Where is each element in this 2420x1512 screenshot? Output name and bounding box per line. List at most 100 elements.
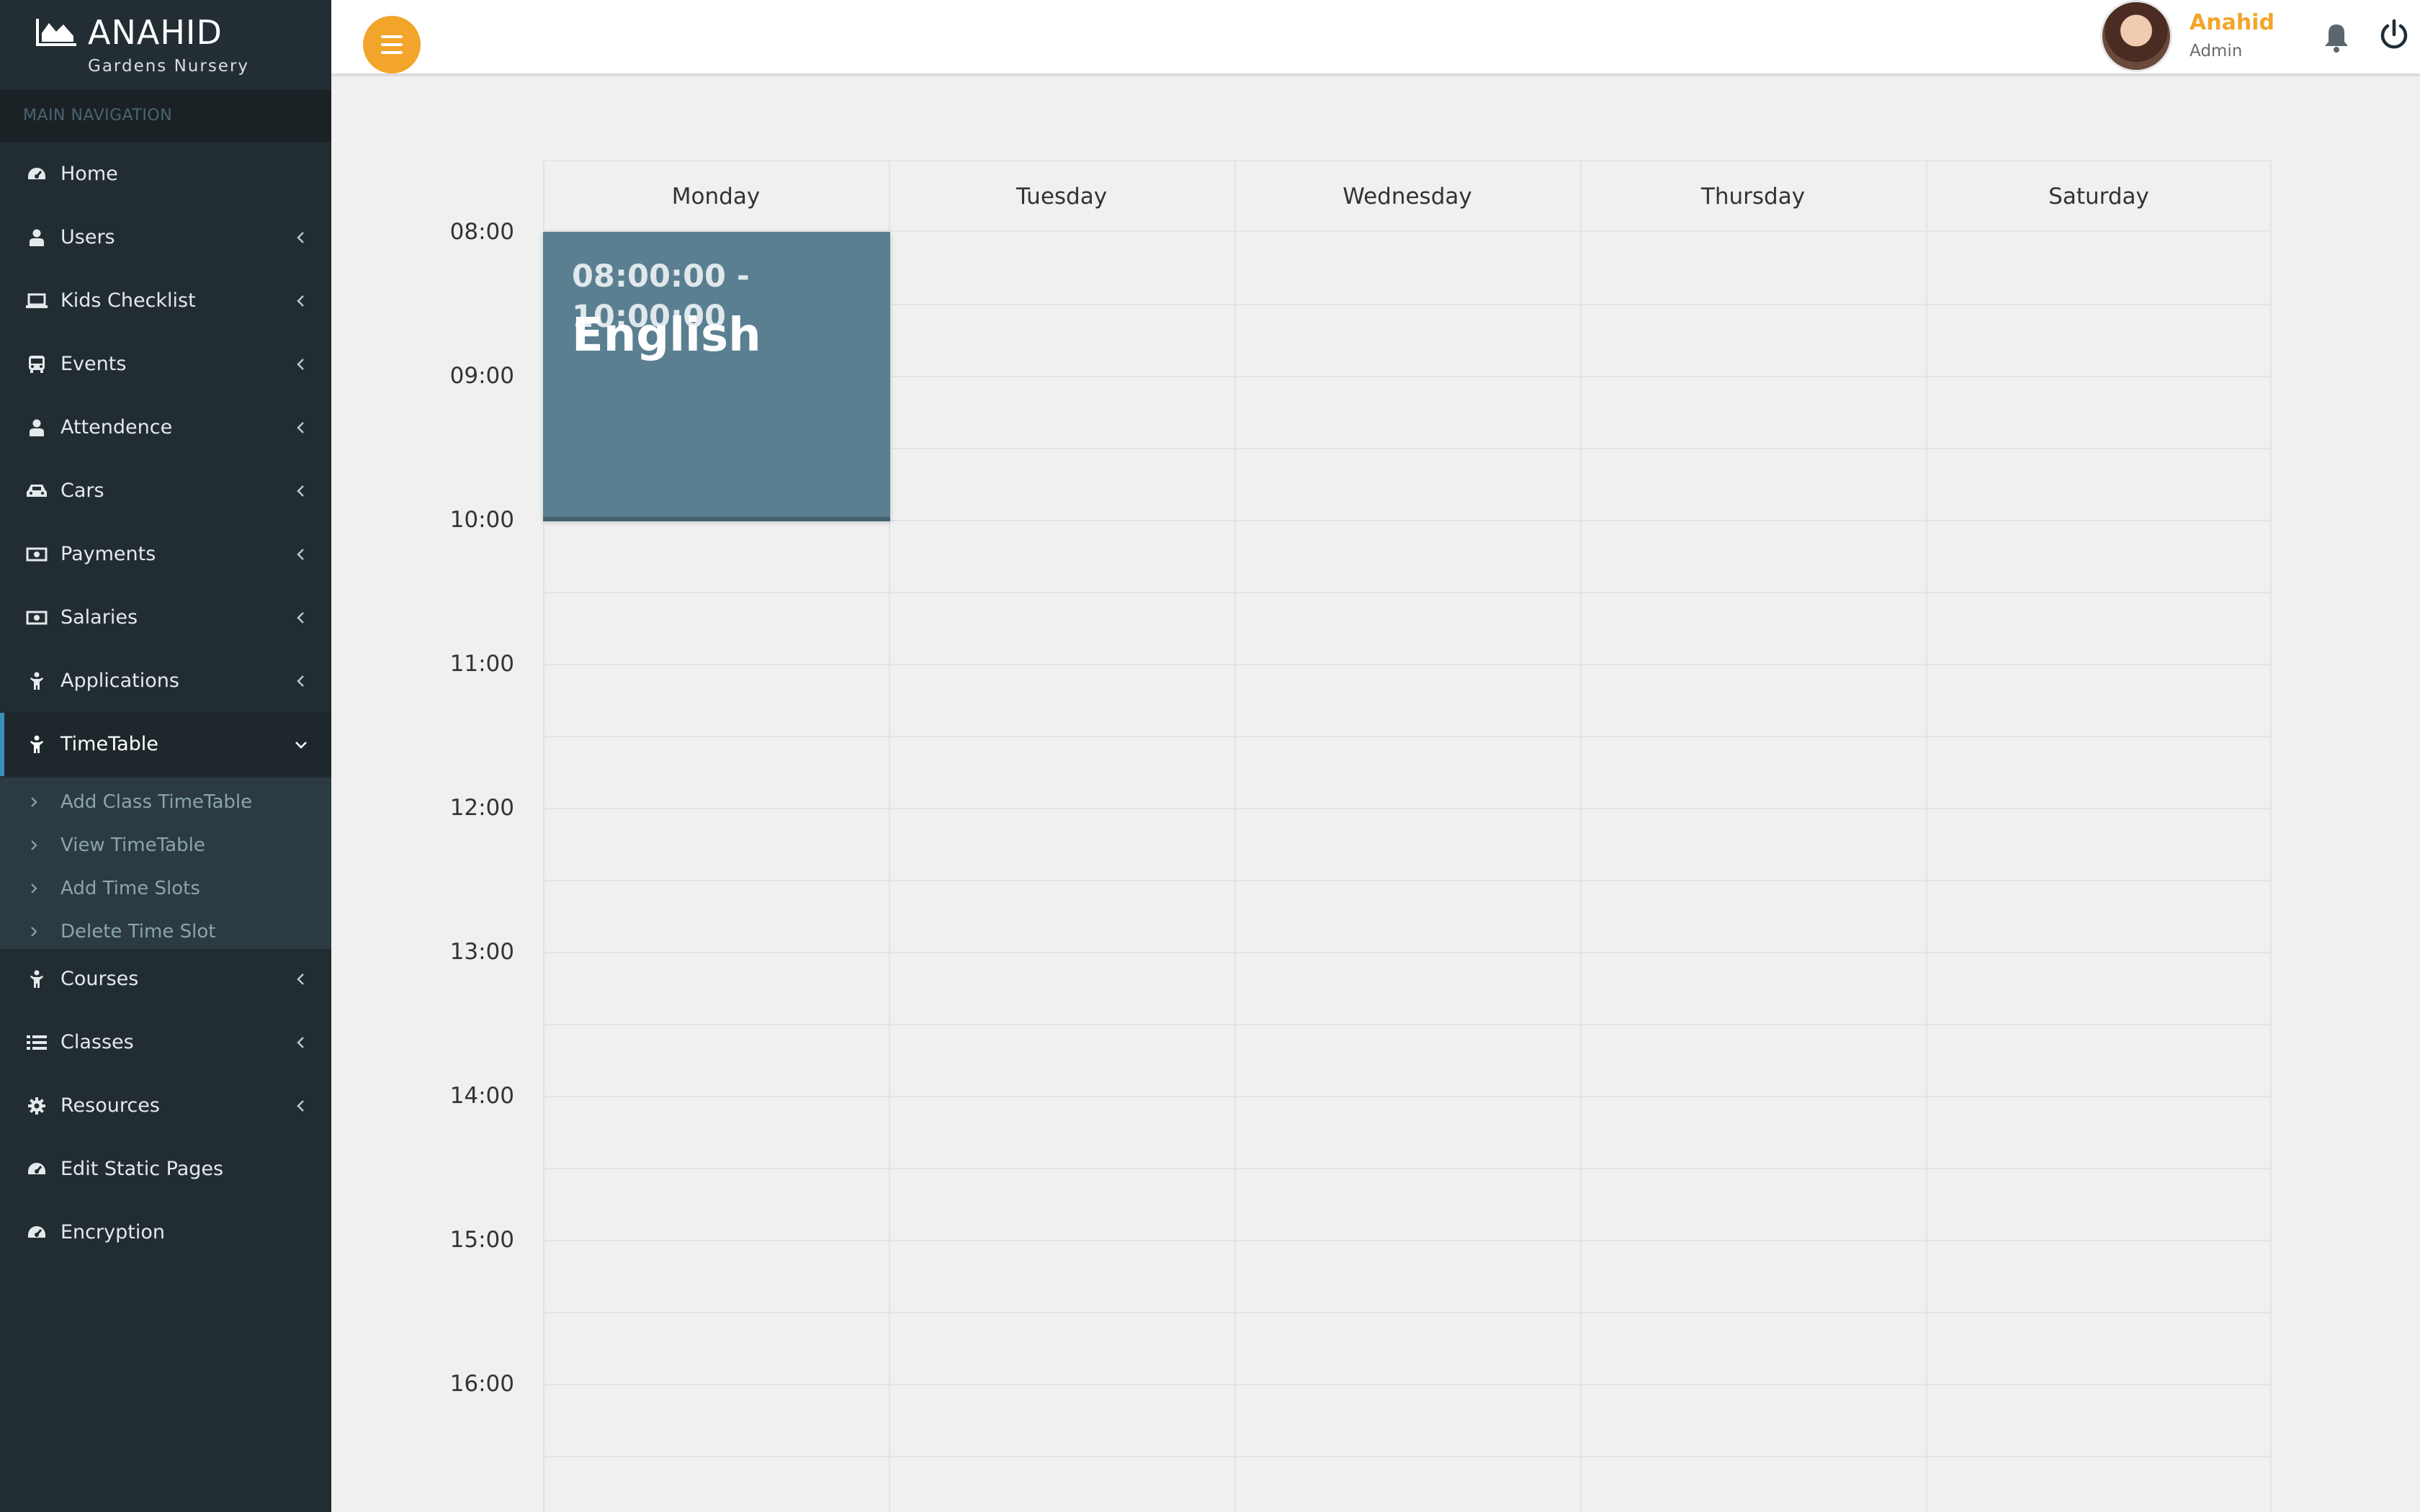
- sidebar-item-label: Salaries: [60, 606, 138, 629]
- sidebar-item-label: Users: [60, 226, 115, 248]
- time-label: 10:00: [449, 507, 514, 533]
- grid-line: [543, 1456, 2272, 1457]
- sidebar-item-classes[interactable]: Classes: [0, 1011, 331, 1074]
- gear-icon: [26, 1096, 48, 1116]
- sidebar-item-kids-checklist[interactable]: Kids Checklist: [0, 269, 331, 333]
- submenu-item-add-class-timetable[interactable]: Add Class TimeTable: [0, 780, 331, 824]
- power-icon[interactable]: [2378, 19, 2410, 52]
- nav-header: MAIN NAVIGATION: [0, 89, 331, 143]
- day-header-monday: Monday: [671, 184, 761, 210]
- chevron-right-icon: [31, 883, 37, 894]
- child-icon: [26, 969, 48, 989]
- sidebar-item-label: Applications: [60, 670, 179, 692]
- sidebar-item-label: Cars: [60, 480, 104, 502]
- sidebar-item-label: Events: [60, 353, 127, 375]
- day-header-tuesday: Tuesday: [1016, 184, 1108, 210]
- sidebar-item-edit-static-pages[interactable]: Edit Static Pages: [0, 1138, 331, 1201]
- submenu-item-delete-time-slot[interactable]: Delete Time Slot: [0, 910, 331, 953]
- time-label: 16:00: [449, 1371, 514, 1397]
- chevron-left-icon: [297, 675, 304, 687]
- time-label: 11:00: [449, 651, 514, 677]
- hamburger-icon[interactable]: [363, 16, 421, 73]
- chevron-left-icon: [297, 485, 304, 497]
- user-name[interactable]: Anahid: [2190, 9, 2275, 37]
- day-header-saturday: Saturday: [2048, 184, 2149, 210]
- sidebar-item-label: Encryption: [60, 1221, 165, 1243]
- car-icon: [26, 481, 48, 501]
- time-label: 13:00: [449, 939, 514, 965]
- chevron-left-icon: [297, 232, 304, 243]
- time-label: 12:00: [449, 795, 514, 821]
- grid-line: [543, 1240, 2272, 1241]
- submenu-item-label: View TimeTable: [60, 834, 205, 856]
- grid-line: [543, 1168, 2272, 1169]
- submenu-item-label: Add Time Slots: [60, 878, 200, 899]
- sidebar-item-events[interactable]: Events: [0, 333, 331, 396]
- sidebar-item-label: Courses: [60, 968, 139, 990]
- user-role: Admin: [2190, 42, 2243, 60]
- user-icon: [26, 228, 48, 248]
- sidebar-item-attendence[interactable]: Attendence: [0, 396, 331, 459]
- time-label: 09:00: [449, 363, 514, 389]
- submenu-item-label: Delete Time Slot: [60, 921, 216, 942]
- submenu-item-view-timetable[interactable]: View TimeTable: [0, 824, 331, 867]
- sidebar-item-encryption[interactable]: Encryption: [0, 1201, 331, 1264]
- grid-line: [543, 1024, 2272, 1025]
- submenu-item-add-time-slots[interactable]: Add Time Slots: [0, 867, 331, 910]
- bell-icon[interactable]: [2322, 22, 2351, 53]
- sidebar-item-label: Resources: [60, 1094, 160, 1117]
- chevron-left-icon: [297, 973, 304, 985]
- top-navbar: Anahid Admin: [331, 0, 2420, 76]
- money-icon: [26, 608, 48, 628]
- chevron-left-icon: [297, 1100, 304, 1112]
- grid-line: [543, 880, 2272, 881]
- day-header-wednesday: Wednesday: [1343, 184, 1472, 210]
- sidebar-item-label: Attendence: [60, 416, 173, 438]
- child-icon: [26, 671, 48, 691]
- dashboard-icon: [26, 1223, 48, 1243]
- chevron-right-icon: [31, 840, 37, 850]
- chevron-left-icon: [297, 422, 304, 433]
- submenu-item-label: Add Class TimeTable: [60, 791, 253, 813]
- sidebar-item-salaries[interactable]: Salaries: [0, 586, 331, 649]
- chevron-left-icon: [297, 359, 304, 370]
- timetable-event[interactable]: 08:00:00 - 10:00:00 English: [543, 232, 890, 521]
- bus-icon: [26, 354, 48, 374]
- grid-line: [543, 664, 2272, 665]
- sidebar-item-home[interactable]: Home: [0, 143, 331, 206]
- sidebar-item-cars[interactable]: Cars: [0, 459, 331, 523]
- sidebar-item-payments[interactable]: Payments: [0, 523, 331, 586]
- day-header-thursday: Thursday: [1700, 184, 1806, 210]
- sidebar-item-label: Edit Static Pages: [60, 1158, 224, 1180]
- grid-line: [543, 736, 2272, 737]
- time-label: 14:00: [449, 1083, 514, 1109]
- chevron-left-icon: [297, 549, 304, 560]
- sidebar-item-courses[interactable]: Courses: [0, 948, 331, 1011]
- grid-line: [543, 808, 2272, 809]
- chevron-left-icon: [297, 612, 304, 624]
- timetable-submenu: Add Class TimeTable View TimeTable Add T…: [0, 778, 331, 949]
- chevron-down-icon: [295, 742, 307, 749]
- area-chart-icon: [36, 19, 76, 46]
- time-label: 15:00: [449, 1227, 514, 1253]
- sidebar-item-applications[interactable]: Applications: [0, 649, 331, 713]
- money-icon: [26, 544, 48, 564]
- grid-line: [543, 592, 2272, 593]
- user-icon: [26, 418, 48, 438]
- grid-line: [543, 952, 2272, 953]
- time-label: 08:00: [449, 219, 514, 245]
- dashboard-icon: [26, 1159, 48, 1179]
- grid-line: [543, 1096, 2272, 1097]
- sidebar-item-label: Payments: [60, 543, 156, 565]
- avatar[interactable]: [2100, 0, 2172, 72]
- grid-line: [543, 1384, 2272, 1385]
- chevron-left-icon: [297, 295, 304, 307]
- laptop-icon: [26, 291, 48, 311]
- sidebar-item-label: Classes: [60, 1031, 134, 1053]
- chevron-right-icon: [31, 927, 37, 937]
- sidebar-item-timetable[interactable]: TimeTable: [0, 713, 331, 776]
- sidebar-item-resources[interactable]: Resources: [0, 1074, 331, 1138]
- brand-logo[interactable]: ANAHID Gardens Nursery: [0, 0, 331, 89]
- list-icon: [26, 1032, 48, 1053]
- sidebar-item-users[interactable]: Users: [0, 206, 331, 269]
